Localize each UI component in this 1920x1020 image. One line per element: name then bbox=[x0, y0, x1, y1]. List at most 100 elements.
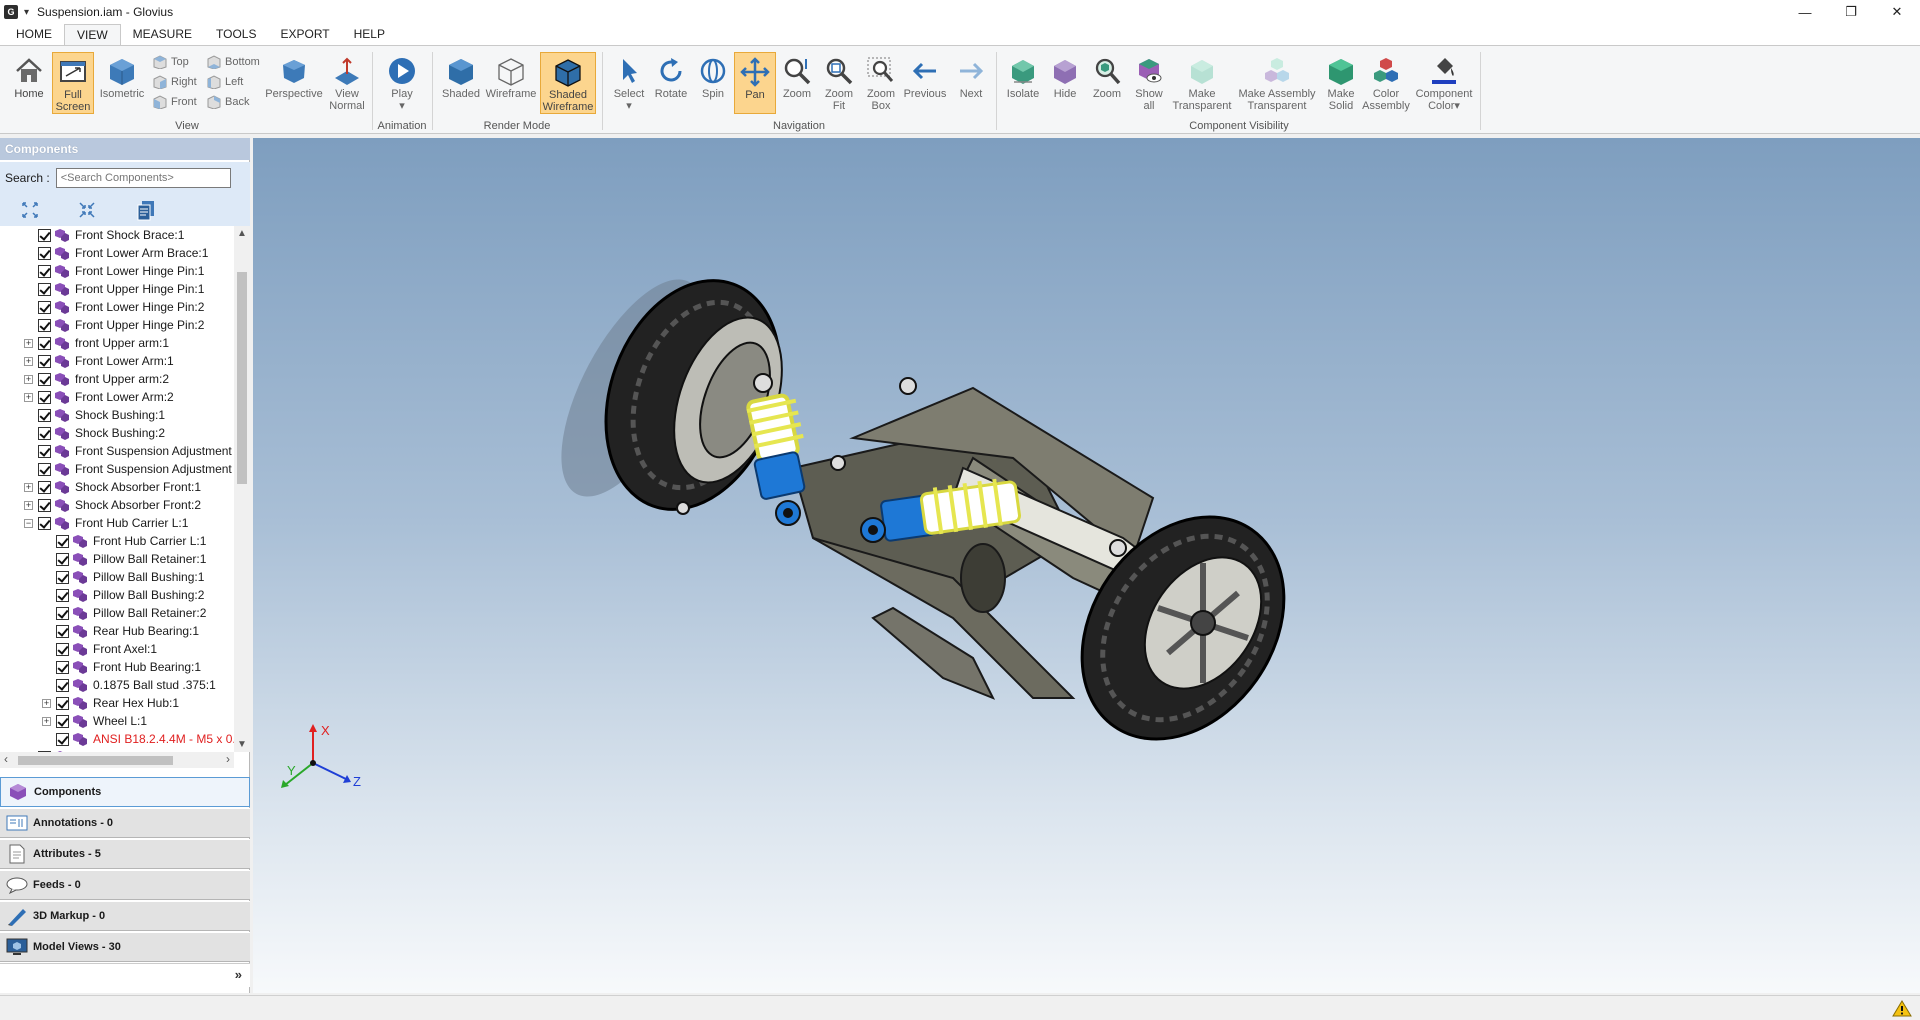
expand-node-icon[interactable]: + bbox=[24, 500, 33, 510]
shaded-button[interactable]: Shaded bbox=[440, 52, 482, 114]
perspective-button[interactable]: Perspective bbox=[265, 52, 323, 114]
tree-horizontal-scroll-thumb[interactable] bbox=[18, 756, 173, 765]
front-view-button[interactable]: Front bbox=[152, 92, 197, 112]
tree-item[interactable]: Pillow Ball Retainer:2 bbox=[42, 604, 206, 622]
visibility-checkbox[interactable] bbox=[56, 714, 69, 728]
visibility-checkbox[interactable] bbox=[38, 498, 51, 512]
tree-item[interactable]: Pillow Ball Bushing:2 bbox=[42, 586, 204, 604]
tree-item[interactable]: + Shock Absorber Front:2 bbox=[24, 496, 201, 514]
pane-tab-model-views[interactable]: Model Views - 30 bbox=[0, 932, 250, 962]
visibility-checkbox[interactable] bbox=[38, 228, 51, 242]
expand-node-icon[interactable]: + bbox=[24, 392, 33, 402]
make-assembly-transparent-button[interactable]: Make Assembly Transparent bbox=[1236, 52, 1318, 114]
tree-horizontal-scrollbar[interactable]: ‹ › bbox=[0, 752, 234, 768]
make-transparent-button[interactable]: Make Transparent bbox=[1170, 52, 1234, 114]
expand-node-icon[interactable]: + bbox=[42, 698, 51, 708]
select-button[interactable]: Select ▾ bbox=[608, 52, 650, 114]
scroll-right-icon[interactable]: › bbox=[226, 752, 230, 766]
tree-item[interactable]: + Rear Hex Hub:1 bbox=[42, 694, 179, 712]
isolate-button[interactable]: Isolate bbox=[1002, 52, 1044, 114]
tree-item[interactable]: Front Suspension Adjustment bbox=[24, 442, 232, 460]
color-assembly-button[interactable]: Color Assembly bbox=[1362, 52, 1410, 114]
expand-all-icon[interactable] bbox=[20, 200, 40, 220]
back-view-button[interactable]: Back bbox=[206, 92, 249, 112]
restore-button[interactable]: ❐ bbox=[1828, 0, 1874, 24]
tree-item[interactable]: Front Upper Hinge Pin:2 bbox=[24, 316, 204, 334]
visibility-checkbox[interactable] bbox=[38, 264, 51, 278]
expand-node-icon[interactable]: + bbox=[24, 482, 33, 492]
next-view-button[interactable]: Next bbox=[950, 52, 992, 114]
tree-item[interactable]: + Wheel L:1 bbox=[42, 712, 147, 730]
visibility-checkbox[interactable] bbox=[56, 642, 69, 656]
pane-tab-annotations[interactable]: Annotations - 0 bbox=[0, 808, 250, 838]
visibility-checkbox[interactable] bbox=[56, 588, 69, 602]
tab-export[interactable]: EXPORT bbox=[268, 24, 341, 45]
visibility-checkbox[interactable] bbox=[38, 516, 51, 530]
tree-vertical-scrollbar[interactable]: ▲ ▼ bbox=[234, 226, 250, 752]
tree-item[interactable]: ANSI B18.2.4.4M - M5 x 0.8 bbox=[42, 730, 234, 748]
pane-tab-3d-markup[interactable]: 3D Markup - 0 bbox=[0, 901, 250, 931]
visibility-checkbox[interactable] bbox=[38, 300, 51, 314]
left-view-button[interactable]: Left bbox=[206, 72, 243, 92]
tree-item[interactable]: 0.1875 Ball stud .375:1 bbox=[42, 676, 216, 694]
tree-item[interactable]: Shock Bushing:2 bbox=[24, 424, 165, 442]
right-view-button[interactable]: Right bbox=[152, 72, 197, 92]
zoom-box-button[interactable]: Zoom Box bbox=[860, 52, 902, 114]
tree-item[interactable]: Pillow Ball Retainer:1 bbox=[42, 550, 206, 568]
visibility-checkbox[interactable] bbox=[56, 570, 69, 584]
scroll-left-icon[interactable]: ‹ bbox=[4, 752, 8, 766]
visibility-checkbox[interactable] bbox=[38, 336, 51, 350]
tab-view[interactable]: VIEW bbox=[64, 24, 121, 45]
shaded-wireframe-button[interactable]: Shaded Wireframe bbox=[540, 52, 596, 114]
visibility-checkbox[interactable] bbox=[38, 444, 51, 458]
tree-item[interactable]: Shock Bushing:1 bbox=[24, 406, 165, 424]
visibility-checkbox[interactable] bbox=[38, 318, 51, 332]
play-button[interactable]: Play ▾ bbox=[381, 52, 423, 114]
rotate-button[interactable]: Rotate bbox=[650, 52, 692, 114]
tree-item[interactable]: Pillow Ball Bushing:1 bbox=[42, 568, 204, 586]
expand-node-icon[interactable]: + bbox=[42, 716, 51, 726]
visibility-checkbox[interactable] bbox=[38, 246, 51, 260]
top-view-button[interactable]: Top bbox=[152, 52, 189, 72]
tree-item[interactable]: Rear Hub Bearing:1 bbox=[42, 622, 199, 640]
tree-item[interactable]: + Front Lower Arm:2 bbox=[24, 388, 174, 406]
visibility-checkbox[interactable] bbox=[56, 624, 69, 638]
search-components-input[interactable] bbox=[55, 168, 231, 188]
visibility-checkbox[interactable] bbox=[56, 606, 69, 620]
more-tabs-chevron-icon[interactable]: » bbox=[235, 967, 242, 982]
warning-icon[interactable] bbox=[1892, 1000, 1912, 1017]
tree-item[interactable]: Front Lower Arm Brace:1 bbox=[24, 244, 208, 262]
expand-node-icon[interactable]: + bbox=[24, 374, 33, 384]
previous-view-button[interactable]: Previous bbox=[902, 52, 948, 114]
scroll-down-icon[interactable]: ▼ bbox=[234, 739, 250, 750]
tree-item[interactable]: + Front Lower Arm:1 bbox=[24, 352, 174, 370]
pane-tab-attributes[interactable]: Attributes - 5 bbox=[0, 839, 250, 869]
tree-item[interactable]: Front Suspension Adjustment bbox=[24, 460, 232, 478]
tree-item[interactable]: Front Axel:1 bbox=[42, 640, 157, 658]
spin-button[interactable]: Spin bbox=[692, 52, 734, 114]
close-button[interactable]: ✕ bbox=[1874, 0, 1920, 24]
tree-item[interactable]: + Shock Absorber Front:1 bbox=[24, 478, 201, 496]
tree-item[interactable]: Front Upper Hinge Pin:1 bbox=[24, 280, 204, 298]
visibility-checkbox[interactable] bbox=[38, 408, 51, 422]
pane-tab-components[interactable]: Components bbox=[0, 777, 250, 807]
pan-button[interactable]: Pan bbox=[734, 52, 776, 114]
collapse-node-icon[interactable]: − bbox=[24, 518, 33, 528]
expand-node-icon[interactable]: + bbox=[24, 356, 33, 366]
copy-list-icon[interactable] bbox=[134, 198, 158, 222]
hide-button[interactable]: Hide bbox=[1044, 52, 1086, 114]
tree-item[interactable]: + front Upper arm:2 bbox=[24, 370, 169, 388]
tree-item[interactable]: − Front Hub Carrier L:1 bbox=[24, 514, 188, 532]
visibility-checkbox[interactable] bbox=[38, 372, 51, 386]
tree-item[interactable]: Front Hub Bearing:1 bbox=[42, 658, 201, 676]
zoom-to-component-button[interactable]: Zoom bbox=[1086, 52, 1128, 114]
tab-tools[interactable]: TOOLS bbox=[204, 24, 268, 45]
visibility-checkbox[interactable] bbox=[38, 480, 51, 494]
visibility-checkbox[interactable] bbox=[38, 354, 51, 368]
tab-measure[interactable]: MEASURE bbox=[121, 24, 204, 45]
visibility-checkbox[interactable] bbox=[56, 552, 69, 566]
scroll-up-icon[interactable]: ▲ bbox=[234, 228, 250, 239]
visibility-checkbox[interactable] bbox=[56, 678, 69, 692]
make-solid-button[interactable]: Make Solid bbox=[1320, 52, 1362, 114]
system-menu-icon[interactable]: ▾ bbox=[24, 7, 29, 18]
